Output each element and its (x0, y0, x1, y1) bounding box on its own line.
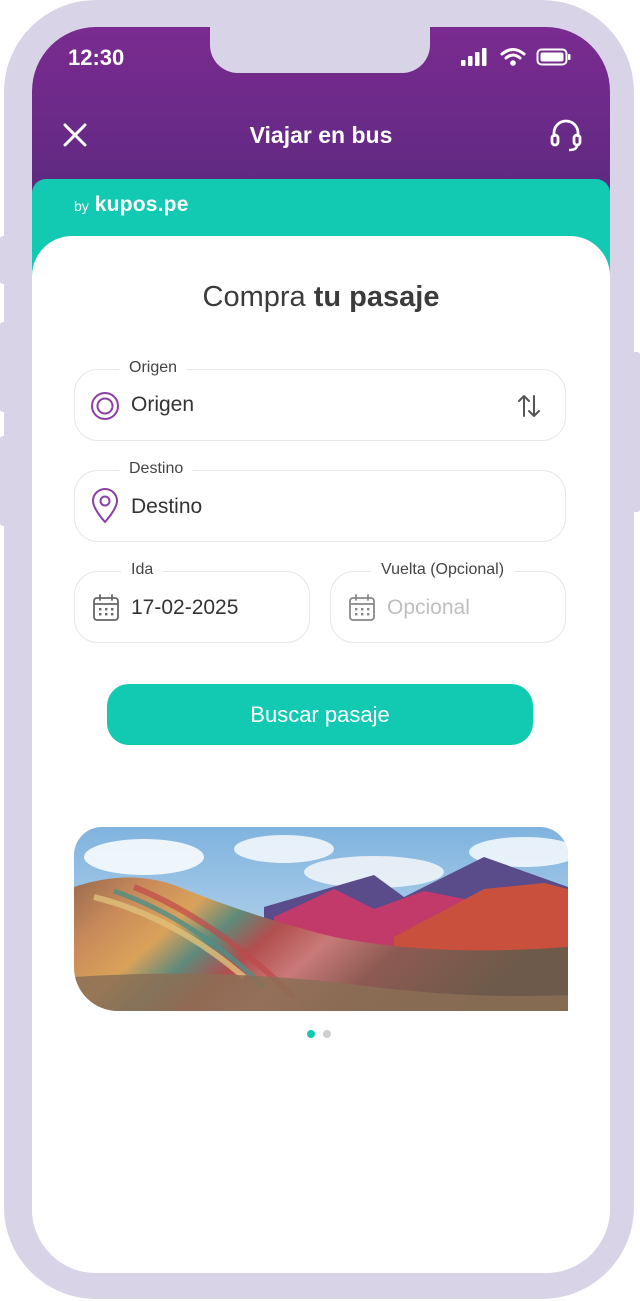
battery-icon (536, 48, 571, 66)
return-date-field[interactable]: Vuelta (Opcional) Opcional (330, 561, 566, 643)
form-heading: Compra tu pasaje (32, 281, 610, 314)
heading-regular: Compra (202, 281, 314, 313)
return-placeholder: Opcional (387, 596, 470, 619)
page-title: Viajar en bus (249, 121, 393, 148)
brand-name: kupos.pe (94, 193, 189, 216)
search-button[interactable]: Buscar pasaje (107, 684, 533, 745)
phone-side-button (0, 322, 8, 412)
brand-logo: by kupos.pe (74, 193, 189, 217)
phone-side-button (0, 436, 8, 526)
heading-bold: tu pasaje (313, 281, 440, 313)
departure-value: 17-02-2025 (131, 596, 239, 619)
app-screen: 12:30 Viajar en bus by kupos.pe Compra t… (32, 27, 610, 1273)
phone-notch (210, 27, 430, 73)
calendar-icon (349, 594, 375, 621)
status-time: 12:30 (68, 45, 125, 70)
swap-icon[interactable] (515, 392, 543, 420)
title-bar: Viajar en bus (32, 115, 610, 155)
destination-value: Destino (131, 495, 203, 518)
location-pin-icon (92, 488, 118, 523)
carousel-dot-active[interactable] (307, 1030, 315, 1038)
origin-label: Origen (119, 359, 188, 377)
signal-icon (461, 48, 487, 66)
status-icons (460, 47, 572, 67)
calendar-icon (93, 594, 119, 621)
carousel-indicator (307, 1030, 331, 1038)
promo-banner-image[interactable] (74, 827, 568, 1011)
destination-label: Destino (119, 460, 194, 478)
departure-label: Ida (121, 561, 164, 579)
return-label: Vuelta (Opcional) (371, 561, 515, 579)
phone-side-button (0, 236, 8, 284)
departure-date-field[interactable]: Ida 17-02-2025 (74, 561, 310, 643)
rainbow-mountain-illustration (74, 827, 568, 1011)
carousel-dot[interactable] (323, 1030, 331, 1038)
phone-side-button (632, 352, 640, 512)
origin-icon (91, 392, 119, 420)
wifi-icon (500, 48, 526, 66)
origin-value: Origen (131, 393, 195, 416)
origin-field[interactable]: Origen Origen (74, 359, 566, 441)
headset-icon[interactable] (548, 117, 584, 153)
brand-by: by (74, 198, 89, 214)
destination-field[interactable]: Destino Destino (74, 460, 566, 542)
